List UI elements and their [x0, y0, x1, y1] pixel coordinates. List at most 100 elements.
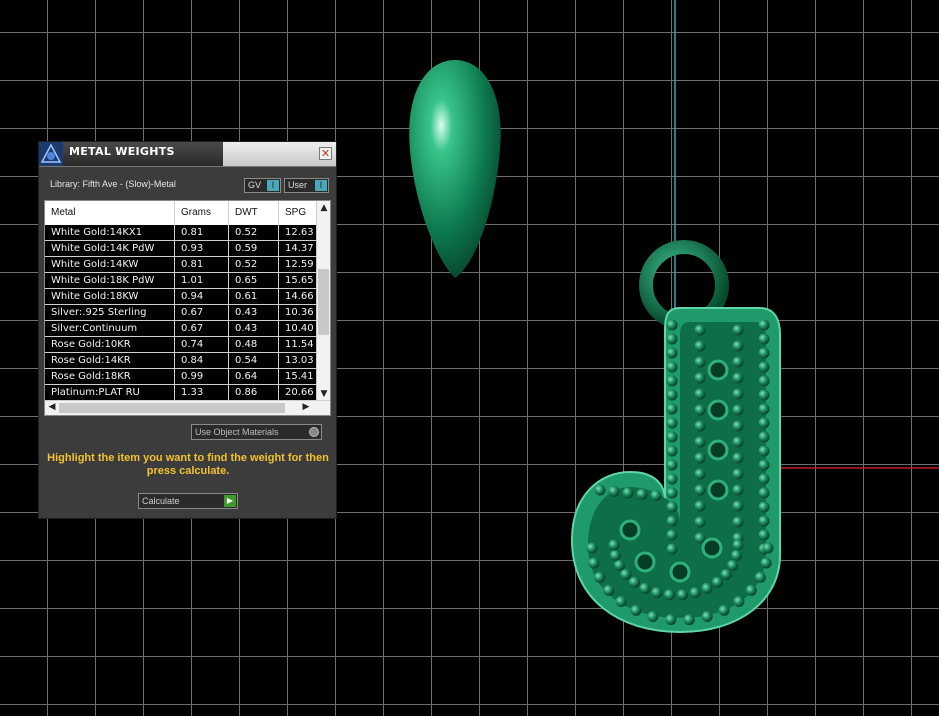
dwt-cell: 0.52: [229, 225, 279, 240]
grams-cell: 1.01: [175, 273, 229, 288]
gem-bead: [694, 324, 706, 336]
spg-cell: 12.59: [285, 259, 314, 270]
table-row[interactable]: Rose Gold:14KR 0.84 0.54 13.03: [45, 353, 317, 369]
gem-setting: [619, 519, 641, 541]
gem-bead: [732, 516, 744, 528]
gem-bead: [666, 347, 678, 359]
gem-bead: [731, 549, 743, 561]
gem-bead: [666, 375, 678, 387]
gem-bead: [666, 319, 678, 331]
column-header-spg[interactable]: SPG: [279, 201, 317, 225]
table-row[interactable]: White Gold:14KX1 0.81 0.52 12.63: [45, 225, 317, 241]
dwt-cell: 0.64: [229, 369, 279, 384]
table-row[interactable]: White Gold:14KW 0.81 0.52 12.59: [45, 257, 317, 273]
table-row[interactable]: Rose Gold:18KR 0.99 0.64 15.41: [45, 369, 317, 385]
horizontal-scrollbar[interactable]: ◀ ▶: [45, 400, 330, 415]
library-label: Library: Fifth Ave - (Slow)-Metal: [50, 179, 176, 189]
gem-bead: [758, 459, 770, 471]
gem-bead: [712, 576, 723, 588]
user-toggle-button[interactable]: User I: [284, 178, 329, 193]
gem-bead: [701, 582, 713, 594]
column-header-grams[interactable]: Grams: [175, 201, 229, 225]
gem-bead: [666, 543, 678, 555]
gem-bead: [586, 542, 598, 554]
gem-bead: [720, 568, 732, 580]
grams-cell: 0.67: [175, 321, 229, 336]
gem-bead: [732, 340, 744, 352]
gem-bead: [758, 389, 770, 401]
use-object-materials-label: Use Object Materials: [195, 427, 279, 437]
gem-bead: [758, 417, 770, 429]
gem-bead: [666, 431, 678, 443]
table-row[interactable]: White Gold:18K PdW 1.01 0.65 15.65: [45, 273, 317, 289]
table-row[interactable]: White Gold:18KW 0.94 0.61 14.66: [45, 289, 317, 305]
gem-setting: [669, 561, 691, 583]
gem-setting: [707, 479, 729, 501]
gem-bead: [689, 587, 701, 599]
spg-cell: 15.65: [285, 275, 314, 286]
gem-bead: [666, 473, 678, 485]
gem-bead: [629, 576, 640, 588]
scroll-down-icon[interactable]: ▼: [318, 389, 330, 399]
gem-bead: [664, 589, 675, 601]
gem-bead: [636, 488, 648, 500]
table-row[interactable]: Silver:Continuum 0.67 0.43 10.40: [45, 321, 317, 337]
gem-setting: [634, 551, 656, 573]
toggle-icon: I: [267, 180, 279, 191]
gem-bead: [694, 340, 706, 352]
gem-bead: [666, 361, 678, 373]
table-row[interactable]: Silver:.925 Sterling 0.67 0.43 10.36: [45, 305, 317, 321]
gem-bead: [666, 459, 678, 471]
table-row[interactable]: Rose Gold:10KR 0.74 0.48 11.54: [45, 337, 317, 353]
column-header-dwt[interactable]: DWT: [229, 201, 279, 225]
metals-table: Metal Grams DWT SPG White Gold:14KX1 0.8…: [44, 200, 331, 416]
table-body: White Gold:14KX1 0.81 0.52 12.63 White G…: [45, 225, 317, 401]
scroll-right-icon[interactable]: ▶: [300, 402, 312, 412]
gem-bead: [762, 542, 774, 554]
gem-bead: [666, 487, 678, 499]
metal-cell: Silver:Continuum: [45, 321, 175, 336]
use-object-materials-toggle[interactable]: Use Object Materials: [191, 424, 322, 440]
vertical-scrollbar[interactable]: ▲ ▼: [316, 201, 330, 401]
gem-bead: [758, 403, 770, 415]
gem-bead: [651, 587, 663, 599]
gem-bead: [732, 324, 744, 336]
app-logo-icon: [39, 142, 63, 166]
close-icon[interactable]: ✕: [319, 147, 332, 160]
gem-bead: [694, 388, 706, 400]
gem-bead: [694, 452, 706, 464]
gem-bead: [588, 557, 600, 569]
scroll-up-icon[interactable]: ▲: [318, 203, 330, 213]
calculate-button[interactable]: Calculate ▶: [138, 493, 238, 509]
gem-bead: [694, 516, 706, 528]
spg-cell: 11.54: [285, 339, 314, 350]
gem-bead: [650, 490, 662, 502]
panel-titlebar[interactable]: METAL WEIGHTS ✕: [39, 142, 336, 167]
grams-cell: 0.81: [175, 257, 229, 272]
scroll-left-icon[interactable]: ◀: [46, 402, 58, 412]
horizontal-scroll-thumb[interactable]: [59, 403, 285, 413]
gem-bead: [745, 584, 757, 596]
gem-bead: [665, 614, 677, 626]
gv-toggle-button[interactable]: GV I: [244, 178, 281, 193]
gem-bead: [608, 539, 620, 551]
spg-cell: 13.03: [285, 355, 314, 366]
vertical-scroll-thumb[interactable]: [318, 269, 329, 335]
gem-bead: [694, 420, 706, 432]
gem-bead: [758, 529, 770, 541]
gem-bead: [758, 445, 770, 457]
table-row[interactable]: White Gold:14K PdW 0.93 0.59 14.37: [45, 241, 317, 257]
gem-bead: [694, 484, 706, 496]
gem-bead: [758, 375, 770, 387]
dwt-cell: 0.65: [229, 273, 279, 288]
column-header-metal[interactable]: Metal: [45, 201, 175, 225]
gem-bead: [733, 596, 745, 607]
table-row[interactable]: Platinum:PLAT RU 1.33 0.86 20.66: [45, 385, 317, 401]
gem-bead: [758, 515, 770, 527]
instruction-text: Highlight the item you want to find the …: [47, 452, 329, 477]
gem-bead: [718, 604, 730, 616]
metal-cell: White Gold:14K PdW: [45, 241, 175, 256]
spg-cell: 12.63: [285, 227, 314, 238]
gem-setting: [701, 537, 723, 559]
gem-bead: [694, 468, 706, 480]
